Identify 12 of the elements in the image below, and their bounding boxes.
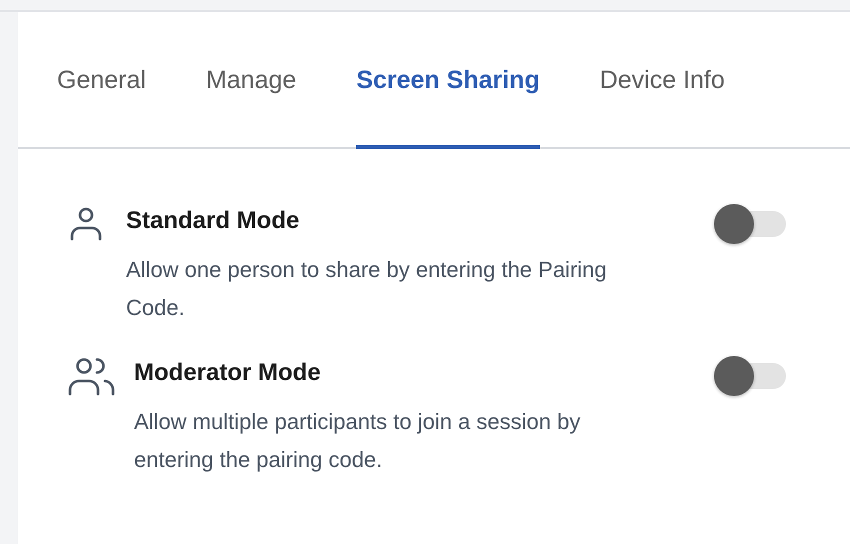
toggle-switch[interactable] — [714, 203, 786, 245]
mode-title: Moderator Mode — [134, 358, 322, 388]
toggle-switch[interactable] — [714, 355, 786, 397]
person-icon — [68, 206, 104, 242]
tab[interactable]: Screen Sharing — [356, 12, 540, 149]
tab[interactable]: General — [57, 12, 146, 149]
tab[interactable]: Manage — [206, 12, 296, 149]
mode-description: Allow multiple participants to join a session by entering the pairing code. — [134, 408, 582, 474]
mode-description: Allow one person to share by entering the Pairing Code. — [126, 256, 608, 322]
people-icon — [68, 356, 116, 396]
mode-title: Standard Mode — [126, 206, 300, 236]
tab[interactable]: Device Info — [600, 12, 725, 149]
